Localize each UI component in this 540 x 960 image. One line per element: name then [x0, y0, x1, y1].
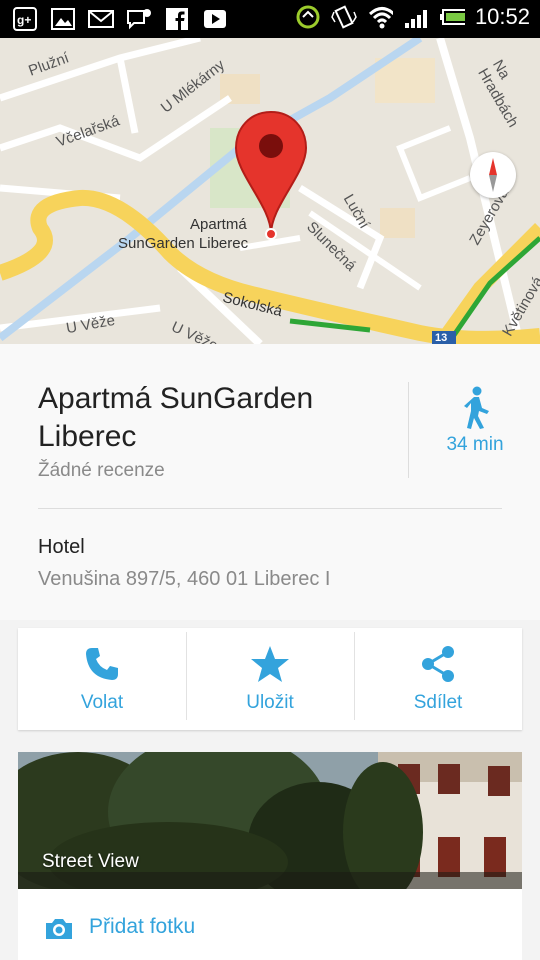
divider — [38, 508, 502, 509]
gmail-icon — [88, 6, 114, 32]
place-category: Hotel — [38, 536, 85, 558]
google-plus-icon: g+ — [12, 6, 38, 32]
walk-time: 34 min — [446, 434, 504, 455]
call-button[interactable]: Volat — [18, 628, 186, 730]
map-marker-icon[interactable] — [234, 110, 308, 244]
marker-label: SunGarden Liberec — [118, 235, 249, 252]
vibrate-icon — [331, 4, 357, 30]
share-button[interactable]: Sdílet — [354, 628, 522, 730]
signal-icon — [403, 4, 429, 30]
status-bar: g+ 10:52 — [0, 0, 540, 38]
svg-text:g+: g+ — [17, 13, 31, 27]
road-shield-label: 13 — [435, 332, 448, 344]
sync-icon — [295, 4, 321, 30]
walking-person-icon — [464, 386, 489, 429]
walk-directions-button[interactable]: 34 min — [420, 386, 530, 456]
place-card: Apartmá SunGarden Liberec Žádné recenze … — [0, 344, 540, 960]
battery-icon — [439, 4, 465, 30]
place-address[interactable]: Venušina 897/5, 460 01 Liberec I — [38, 568, 330, 591]
add-photo-label: Přidat fotku — [89, 915, 196, 938]
save-button[interactable]: Uložit — [186, 628, 354, 730]
map-view[interactable]: 13 Plužní U Mlékárny Včelařská Luční Slu… — [0, 38, 540, 344]
star-icon — [251, 646, 289, 682]
compass-icon — [489, 158, 497, 192]
place-info: Apartmá SunGarden Liberec Žádné recenze … — [0, 344, 540, 620]
compass-button[interactable] — [470, 152, 516, 198]
share-icon — [422, 646, 454, 682]
clock: 10:52 — [474, 4, 530, 29]
reviews-text[interactable]: Žádné recenze — [38, 460, 165, 482]
save-label: Uložit — [246, 692, 294, 713]
wifi-icon — [367, 4, 393, 30]
call-label: Volat — [80, 692, 124, 713]
place-title: Apartmá SunGarden Liberec — [38, 382, 314, 453]
youtube-icon — [202, 6, 228, 32]
image-icon — [50, 6, 76, 32]
street-view-label: Street View — [42, 851, 139, 872]
camera-icon — [46, 919, 72, 939]
street-view-thumbnail[interactable]: Street View — [18, 752, 522, 889]
phone-icon — [86, 648, 118, 680]
add-photo-button[interactable]: Přidat fotku — [18, 889, 522, 960]
action-bar: Volat Uložit Sdílet — [18, 628, 522, 730]
divider — [408, 382, 409, 478]
message-icon — [126, 6, 152, 32]
facebook-icon — [164, 6, 190, 32]
share-label: Sdílet — [413, 692, 463, 713]
